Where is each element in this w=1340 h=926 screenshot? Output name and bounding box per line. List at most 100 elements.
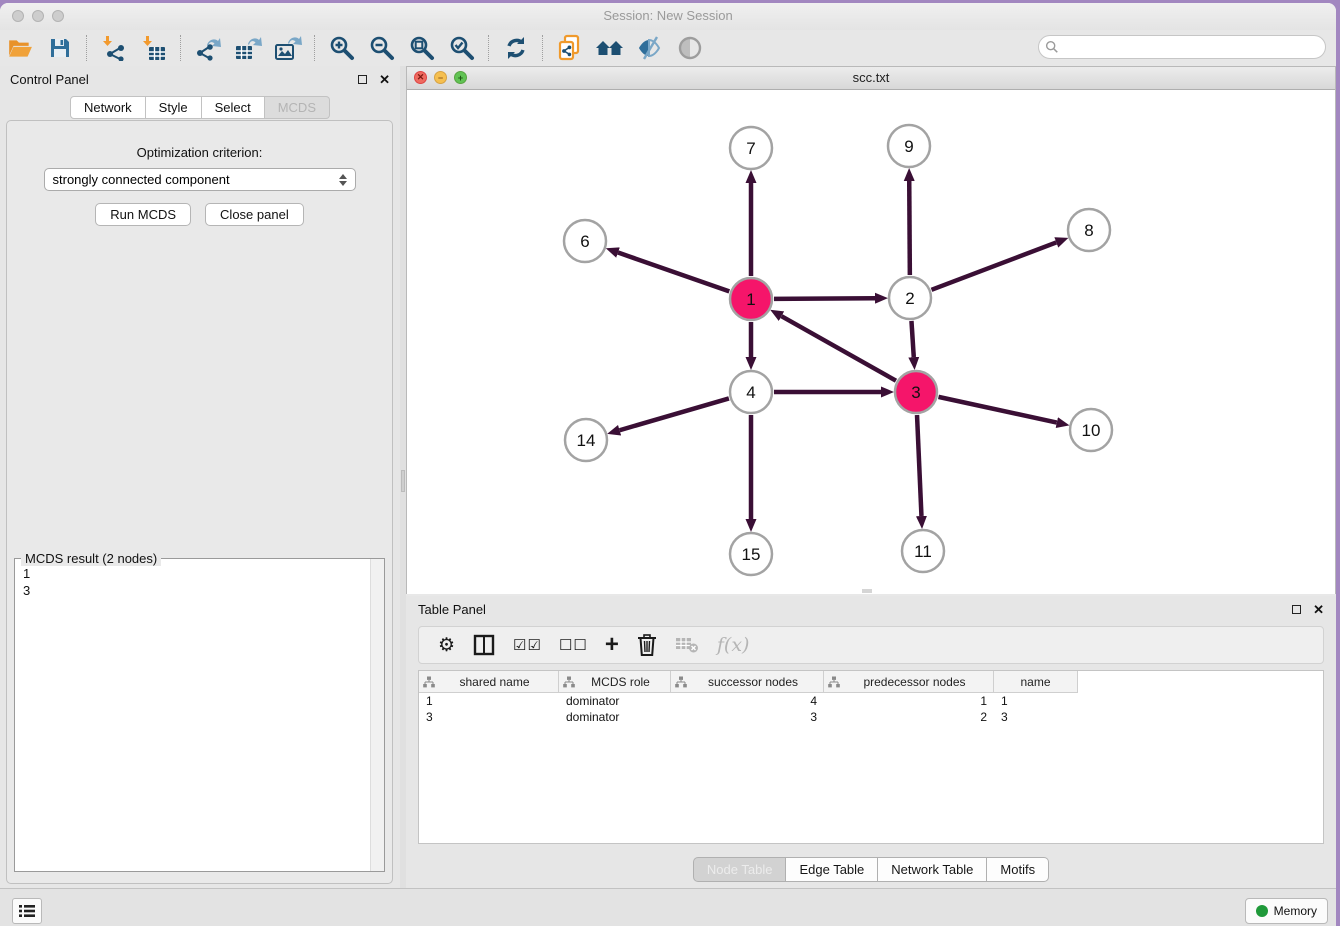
graph-edge-3-10[interactable] <box>938 397 1056 423</box>
graph-node-4[interactable]: 4 <box>730 371 772 413</box>
network-canvas[interactable]: 7 9 6 8 1 2 4 3 14 10 15 11 <box>407 90 1335 594</box>
import-network-button[interactable] <box>97 33 131 63</box>
graph-edge-2-8[interactable] <box>932 242 1057 289</box>
graph-edge-1-2[interactable] <box>774 298 875 299</box>
graph-edge-2-3[interactable] <box>911 321 913 357</box>
frame-minimize-button[interactable]: − <box>434 71 447 84</box>
open-folder-icon <box>7 36 33 60</box>
toolbar-separator <box>314 35 316 61</box>
hierarchy-icon <box>675 676 687 688</box>
delete-column-button[interactable] <box>637 630 657 660</box>
clone-network-button[interactable] <box>553 33 587 63</box>
gear-icon: ⚙ <box>438 636 455 655</box>
first-neighbors-button[interactable] <box>593 33 627 63</box>
save-session-button[interactable] <box>43 33 77 63</box>
export-network-icon <box>194 35 222 61</box>
graph-node-14[interactable]: 14 <box>565 419 607 461</box>
table-row[interactable]: 1 dominator 4 1 1 <box>419 693 1323 709</box>
export-table-button[interactable] <box>231 33 265 63</box>
frame-maximize-button[interactable]: + <box>454 71 467 84</box>
tab-network[interactable]: Network <box>70 96 146 119</box>
memory-button[interactable]: Memory <box>1245 898 1328 924</box>
graph-node-8[interactable]: 8 <box>1068 209 1110 251</box>
create-column-button[interactable]: + <box>605 630 619 660</box>
graph-node-3[interactable]: 3 <box>895 371 937 413</box>
plus-icon: + <box>605 633 619 657</box>
optimization-criterion-select[interactable]: strongly connected component <box>44 168 356 191</box>
hierarchy-icon <box>423 676 435 688</box>
graph-node-10[interactable]: 10 <box>1070 409 1112 451</box>
float-table-panel-icon[interactable] <box>1292 605 1301 614</box>
hierarchy-icon <box>828 676 840 688</box>
graph-edge-1-6[interactable] <box>618 253 729 292</box>
tab-node-table[interactable]: Node Table <box>693 857 787 882</box>
table-row[interactable]: 3 dominator 3 2 3 <box>419 709 1323 725</box>
divider-grabber-icon[interactable] <box>401 470 405 492</box>
zoom-out-button[interactable] <box>365 33 399 63</box>
memory-status-icon <box>1256 905 1268 917</box>
canvas-grabber-icon[interactable] <box>862 589 872 593</box>
float-panel-icon[interactable] <box>358 75 367 84</box>
zoom-in-button[interactable] <box>325 33 359 63</box>
zoom-fit-button[interactable] <box>405 33 439 63</box>
tab-edge-table[interactable]: Edge Table <box>786 857 878 882</box>
table-toolbar: ⚙ ☑☑ ☐☐ + <box>418 626 1324 664</box>
graph-node-15[interactable]: 15 <box>730 533 772 575</box>
show-details-button[interactable] <box>673 33 707 63</box>
graph-node-label: 2 <box>905 289 914 308</box>
memory-label: Memory <box>1274 904 1317 918</box>
network-frame-titlebar: ✕ − + scc.txt <box>407 67 1335 90</box>
task-history-button[interactable] <box>12 898 42 924</box>
graph-node-1[interactable]: 1 <box>730 278 772 320</box>
tab-select[interactable]: Select <box>202 96 265 119</box>
column-header-mcds-role[interactable]: MCDS role <box>559 671 671 692</box>
frame-close-button[interactable]: ✕ <box>414 71 427 84</box>
save-icon <box>48 36 72 60</box>
mcds-result-text[interactable]: 1 3 <box>15 561 370 871</box>
select-all-columns-button[interactable]: ☑☑ <box>513 630 541 660</box>
node-table: shared name MCDS role successor nodes pr… <box>418 670 1324 844</box>
export-network-button[interactable] <box>191 33 225 63</box>
run-mcds-button[interactable]: Run MCDS <box>95 203 191 226</box>
graph-node-label: 9 <box>904 137 913 156</box>
column-header-predecessor-nodes[interactable]: predecessor nodes <box>824 671 994 692</box>
copy-network-icon <box>556 34 584 62</box>
column-header-shared-name[interactable]: shared name <box>419 671 559 692</box>
hide-details-button[interactable] <box>633 33 667 63</box>
close-table-panel-icon[interactable]: ✕ <box>1313 603 1324 616</box>
delete-table-button-disabled <box>675 630 699 660</box>
export-table-icon <box>234 35 262 61</box>
graph-node-6[interactable]: 6 <box>564 220 606 262</box>
tab-style[interactable]: Style <box>146 96 202 119</box>
graph-node-11[interactable]: 11 <box>902 530 944 572</box>
graph-node-9[interactable]: 9 <box>888 125 930 167</box>
zoom-selected-button[interactable] <box>445 33 479 63</box>
open-session-button[interactable] <box>3 33 37 63</box>
unselect-all-columns-button[interactable]: ☐☐ <box>559 630 587 660</box>
column-header-name[interactable]: name <box>994 671 1078 692</box>
apply-layout-button[interactable] <box>499 33 533 63</box>
toolbar-separator <box>542 35 544 61</box>
table-settings-button[interactable]: ⚙ <box>438 630 455 660</box>
tab-network-table[interactable]: Network Table <box>878 857 987 882</box>
graph-node-label: 15 <box>742 545 761 564</box>
close-panel-icon[interactable]: ✕ <box>379 73 390 86</box>
import-table-button[interactable] <box>137 33 171 63</box>
graph-node-label: 7 <box>746 139 755 158</box>
graph-edge-3-11[interactable] <box>917 415 921 516</box>
tab-mcds[interactable]: MCDS <box>265 96 330 119</box>
graph-edge-2-9[interactable] <box>909 181 910 275</box>
search-input[interactable] <box>1063 39 1319 55</box>
show-columns-button[interactable] <box>473 630 495 660</box>
graph-edge-4-14[interactable] <box>620 398 729 430</box>
column-header-successor-nodes[interactable]: successor nodes <box>671 671 824 692</box>
graph-edge-3-1[interactable] <box>781 316 895 381</box>
delete-table-icon <box>675 636 699 654</box>
result-scrollbar[interactable] <box>370 559 384 871</box>
graph-node-2[interactable]: 2 <box>889 277 931 319</box>
tab-motifs[interactable]: Motifs <box>987 857 1049 882</box>
graph-node-7[interactable]: 7 <box>730 127 772 169</box>
import-table-icon <box>141 35 167 61</box>
export-image-button[interactable] <box>271 33 305 63</box>
close-panel-button[interactable]: Close panel <box>205 203 304 226</box>
